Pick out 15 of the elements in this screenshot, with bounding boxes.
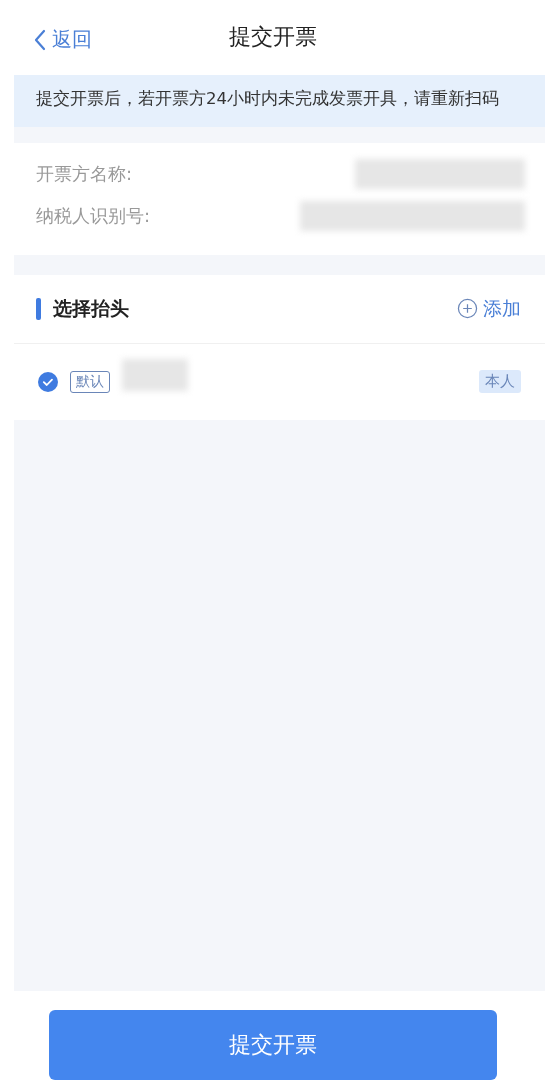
check-icon[interactable] xyxy=(38,371,58,392)
plus-circle-icon xyxy=(457,298,478,320)
relation-tag: 本人 xyxy=(479,370,521,394)
notice-text: 提交开票后，若开票方24小时内未完成发票开具，请重新扫码 xyxy=(14,74,545,127)
accent-bar xyxy=(36,297,41,320)
field-label: 纳税人识别号: xyxy=(36,203,151,228)
page-title: 提交开票 xyxy=(228,23,317,52)
blurred-value xyxy=(122,358,188,391)
default-tag: 默认 xyxy=(70,370,110,393)
back-button[interactable]: 返回 xyxy=(34,26,92,53)
submit-button[interactable]: 提交开票 xyxy=(48,1010,497,1080)
add-button[interactable]: 添加 xyxy=(457,295,521,322)
section-title: 选择抬头 xyxy=(53,295,130,321)
field-label: 开票方名称: xyxy=(36,161,133,186)
back-icon xyxy=(34,28,46,51)
